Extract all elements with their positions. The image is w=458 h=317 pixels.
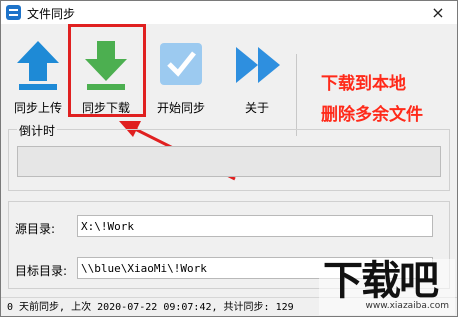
download-highlight-box — [68, 24, 146, 117]
countdown-progress-bar — [17, 146, 441, 177]
upload-arrow-icon — [17, 41, 59, 90]
fast-forward-icon — [236, 47, 280, 83]
countdown-group: 倒计时 — [8, 122, 450, 191]
window-title: 文件同步 — [27, 7, 76, 21]
watermark-logo: 下载吧 — [323, 258, 439, 304]
sync-upload-label: 同步上传 — [13, 101, 62, 115]
toolbar-separator — [296, 54, 297, 136]
about-button[interactable]: 关于 — [223, 29, 291, 115]
sync-app-icon — [6, 5, 21, 20]
annotation-line-1: 下载到本地 — [321, 74, 406, 94]
target-dir-label: 目标目录: — [15, 264, 68, 278]
watermark-url: www.xiazaiba.com — [365, 301, 449, 311]
title-bar: 文件同步 × — [1, 1, 457, 24]
sync-upload-button[interactable]: 同步上传 — [4, 29, 72, 115]
site-watermark: 下载吧 www.xiazaiba.com — [319, 259, 455, 315]
start-sync-button[interactable]: 开始同步 — [147, 29, 215, 115]
app-window: 文件同步 × 同步上传 同步下载 开始同步 关于 下载到本地 删除多余文件 倒计… — [0, 0, 458, 317]
source-dir-label: 源目录: — [15, 222, 56, 236]
annotation-line-2: 删除多余文件 — [321, 105, 423, 125]
close-button[interactable]: × — [423, 2, 453, 23]
source-dir-input[interactable]: X:\!Work — [77, 215, 433, 237]
countdown-label: 倒计时 — [17, 122, 58, 139]
checkbox-check-icon — [160, 43, 202, 85]
